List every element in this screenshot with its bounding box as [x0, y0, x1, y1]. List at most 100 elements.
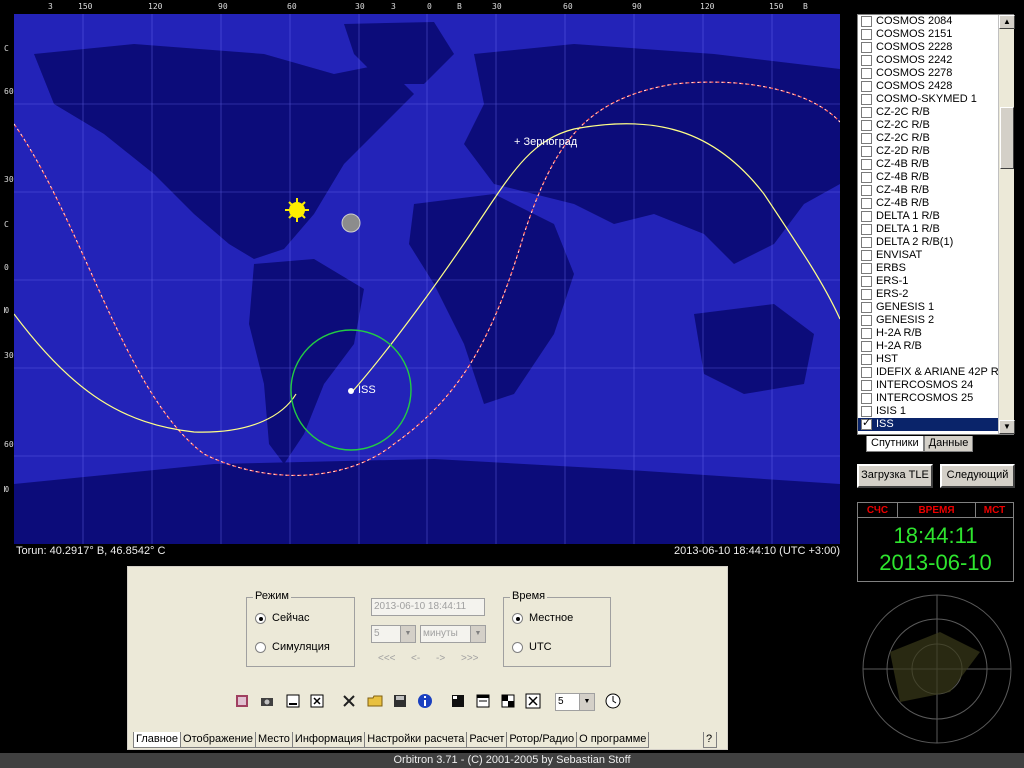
checkbox[interactable]	[861, 417, 872, 430]
satellite-item[interactable]: COSMOS 2278	[858, 67, 1013, 80]
satellite-list-scrollbar[interactable]: ▲ ▼	[998, 15, 1015, 434]
checkbox[interactable]	[861, 16, 872, 27]
satellite-item[interactable]: GENESIS 1	[858, 301, 1013, 314]
checkbox[interactable]	[861, 393, 872, 404]
checkbox[interactable]	[861, 55, 872, 66]
tools-icon[interactable]	[338, 690, 360, 712]
tab-3[interactable]: Информация	[291, 732, 366, 748]
tab-7[interactable]: О программе	[576, 732, 650, 748]
grid-icon[interactable]	[497, 690, 519, 712]
checkbox[interactable]	[861, 68, 872, 79]
resize-horizontal-icon[interactable]	[472, 690, 494, 712]
satellite-item[interactable]: COSMOS 2228	[858, 41, 1013, 54]
satellite-item[interactable]: INTERCOSMOS 24	[858, 379, 1013, 392]
satellite-item[interactable]: DELTA 1 R/B	[858, 223, 1013, 236]
checkbox[interactable]	[861, 315, 872, 326]
radio-dot[interactable]	[512, 641, 523, 653]
scroll-thumb[interactable]	[1000, 107, 1014, 169]
tab-6[interactable]: Ротор/Радио	[506, 732, 578, 748]
minimize-icon[interactable]	[282, 690, 304, 712]
tab-0[interactable]: Главное	[133, 732, 182, 748]
checkbox[interactable]	[861, 159, 872, 170]
checkbox[interactable]	[861, 224, 872, 235]
radio-dot[interactable]	[255, 641, 266, 653]
checkbox[interactable]	[861, 120, 872, 131]
mode-now-radio[interactable]: Сейчас	[255, 612, 310, 624]
clock-icon[interactable]	[602, 690, 624, 712]
checkbox[interactable]	[861, 185, 872, 196]
satellite-item[interactable]: ERS-2	[858, 288, 1013, 301]
satellite-item[interactable]: CZ-2C R/B	[858, 106, 1013, 119]
info-icon[interactable]	[414, 690, 436, 712]
scroll-up-icon[interactable]: ▲	[999, 15, 1015, 29]
satellite-item[interactable]: CZ-4B R/B	[858, 158, 1013, 171]
world-map[interactable]: + Зерноград ISS	[14, 14, 840, 544]
satellite-item[interactable]: INTERCOSMOS 25	[858, 392, 1013, 405]
checkbox[interactable]	[861, 42, 872, 53]
time-local-radio[interactable]: Местное	[512, 612, 573, 624]
radio-dot[interactable]	[255, 612, 266, 624]
satellite-item[interactable]: DELTA 1 R/B	[858, 210, 1013, 223]
checkbox[interactable]	[861, 302, 872, 313]
save-icon[interactable]	[389, 690, 411, 712]
checkbox[interactable]	[861, 211, 872, 222]
checkbox[interactable]	[861, 328, 872, 339]
chevron-down-icon[interactable]: ▼	[579, 694, 594, 710]
satellite-item[interactable]: CZ-4B R/B	[858, 171, 1013, 184]
satellite-item[interactable]: COSMOS 2084	[858, 15, 1013, 28]
satellite-item[interactable]: ERBS	[858, 262, 1013, 275]
speed-select[interactable]: 5 ▼	[555, 693, 595, 711]
checkbox[interactable]	[861, 276, 872, 287]
window-dark-icon[interactable]	[447, 690, 469, 712]
clock-header-2[interactable]: ВРЕМЯ	[898, 503, 976, 517]
checkbox[interactable]	[861, 29, 872, 40]
help-tab[interactable]: ?	[703, 732, 717, 748]
unit-select[interactable]: минуты ▼	[420, 625, 486, 643]
tab-2[interactable]: Место	[254, 732, 293, 748]
book-icon[interactable]	[231, 690, 253, 712]
satellite-item[interactable]: ERS-1	[858, 275, 1013, 288]
satellite-item[interactable]: COSMOS 2151	[858, 28, 1013, 41]
satellite-item[interactable]: H-2A R/B	[858, 327, 1013, 340]
folder-open-icon[interactable]	[364, 690, 386, 712]
checkbox[interactable]	[861, 354, 872, 365]
checkbox[interactable]	[861, 289, 872, 300]
satellite-item[interactable]: COSMOS 2242	[858, 54, 1013, 67]
satellite-item[interactable]: CZ-2C R/B	[858, 132, 1013, 145]
nav-back[interactable]: <-	[411, 653, 420, 664]
satellite-item[interactable]: ISS	[858, 417, 1013, 431]
checkbox[interactable]	[861, 81, 872, 92]
satellite-item[interactable]: CZ-4B R/B	[858, 197, 1013, 210]
tab-1[interactable]: Отображение	[180, 732, 256, 748]
chevron-down-icon[interactable]: ▼	[470, 626, 485, 642]
satellite-item[interactable]: COSMOS 2428	[858, 80, 1013, 93]
checkbox[interactable]	[861, 146, 872, 157]
scroll-down-icon[interactable]: ▼	[999, 420, 1015, 434]
nav-rewind-fast[interactable]: <<<	[378, 653, 396, 664]
mode-sim-radio[interactable]: Симуляция	[255, 641, 330, 653]
checkbox[interactable]	[861, 367, 872, 378]
checkbox[interactable]	[861, 380, 872, 391]
clock-header-1[interactable]: СЧС	[858, 503, 898, 517]
load-tle-button[interactable]: Загрузка TLE	[857, 464, 933, 488]
checkbox[interactable]	[861, 250, 872, 261]
close-icon[interactable]	[306, 690, 328, 712]
tab-data[interactable]: Данные	[923, 436, 974, 452]
satellite-item[interactable]: IDEFIX & ARIANE 42P R/	[858, 366, 1013, 379]
checkbox[interactable]	[861, 172, 872, 183]
satellite-item[interactable]: CZ-4B R/B	[858, 184, 1013, 197]
tab-satellites[interactable]: Спутники	[866, 436, 924, 452]
satellite-item[interactable]: DELTA 2 R/B(1)	[858, 236, 1013, 249]
satellite-item[interactable]: CZ-2D R/B	[858, 145, 1013, 158]
satellite-item[interactable]: GENESIS 2	[858, 314, 1013, 327]
radio-dot[interactable]	[512, 612, 523, 624]
checkbox[interactable]	[861, 133, 872, 144]
satellite-item[interactable]: H-2A R/B	[858, 340, 1013, 353]
checkbox[interactable]	[861, 263, 872, 274]
next-button[interactable]: Следующий	[940, 464, 1015, 488]
satellite-item[interactable]: ENVISAT	[858, 249, 1013, 262]
checkbox[interactable]	[861, 406, 872, 417]
camera-icon[interactable]	[256, 690, 278, 712]
chevron-down-icon[interactable]: ▼	[400, 626, 415, 642]
time-utc-radio[interactable]: UTC	[512, 641, 552, 653]
